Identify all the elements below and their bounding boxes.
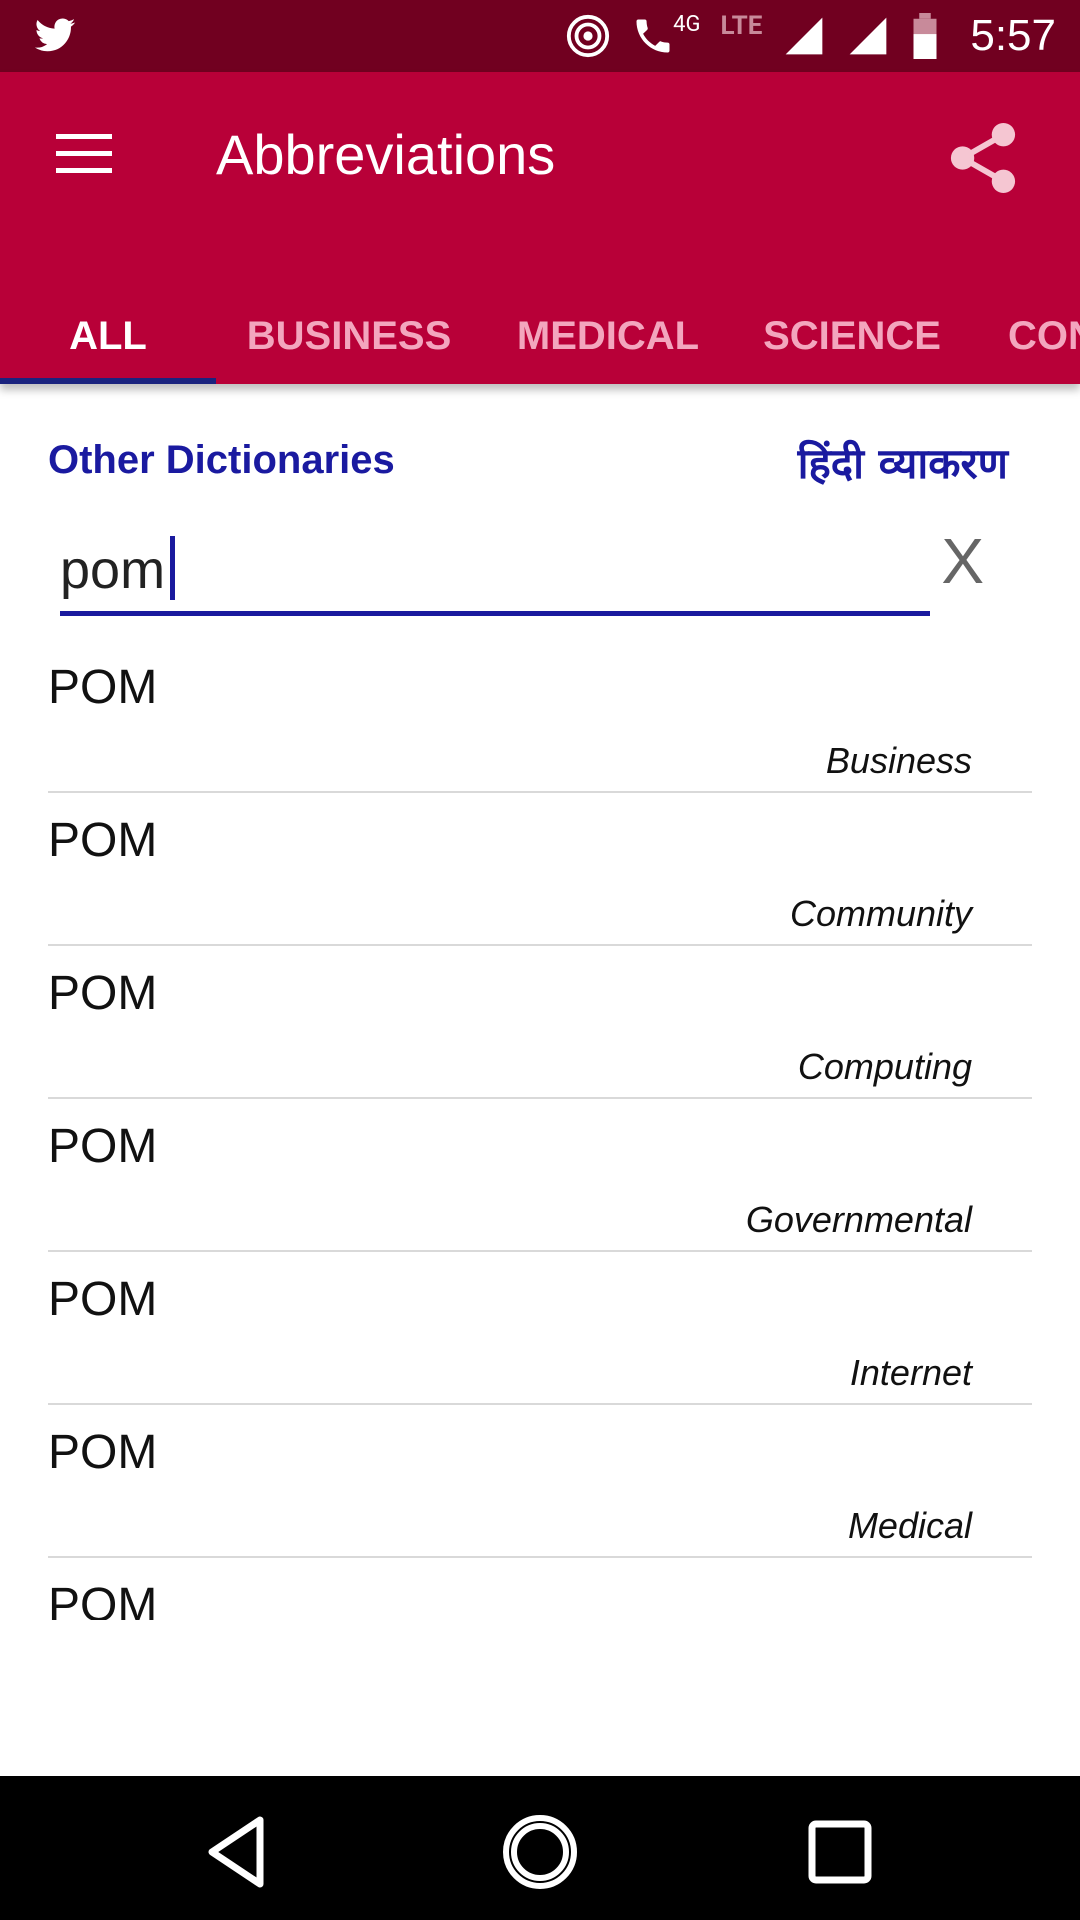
hindi-grammar-link[interactable]: हिंदी व्याकरण xyxy=(798,434,1008,491)
tab-business[interactable]: BUSINESS xyxy=(236,288,462,384)
home-icon[interactable] xyxy=(500,1812,580,1892)
tab-science[interactable]: SCIENCE xyxy=(752,288,952,384)
clear-search-button[interactable]: X xyxy=(941,524,984,598)
hamburger-icon[interactable] xyxy=(56,134,112,174)
other-dictionaries-link[interactable]: Other Dictionaries xyxy=(48,438,395,483)
result-abbreviation: POM xyxy=(48,1273,158,1326)
list-item[interactable]: POM Governmental xyxy=(48,1099,1032,1252)
battery-icon xyxy=(910,13,940,59)
result-abbreviation: POM xyxy=(48,1579,158,1620)
result-abbreviation: POM xyxy=(48,1426,158,1479)
tab-medical[interactable]: MEDICAL xyxy=(508,288,708,384)
result-abbreviation: POM xyxy=(48,814,158,867)
category-tabs: ALL BUSINESS MEDICAL SCIENCE CON xyxy=(0,288,1080,384)
list-item[interactable]: POM Medical xyxy=(48,1405,1032,1558)
list-item[interactable]: POM Community xyxy=(48,793,1032,946)
result-abbreviation: POM xyxy=(48,661,158,714)
result-category: Community xyxy=(789,893,972,934)
list-item[interactable]: POM Internet xyxy=(48,1252,1032,1405)
lte-label: LTE xyxy=(720,11,763,41)
text-cursor xyxy=(170,536,175,600)
results-list: POM Business POM Community POM Computing… xyxy=(48,640,1032,1620)
tab-all[interactable]: ALL xyxy=(0,288,216,384)
links-row: Other Dictionaries हिंदी व्याकरण xyxy=(48,438,1008,498)
hotspot-icon xyxy=(565,13,611,59)
recents-icon[interactable] xyxy=(800,1812,880,1892)
signal-icon xyxy=(846,14,890,58)
result-abbreviation: POM xyxy=(48,967,158,1020)
status-bar: 4G LTE 5:57 xyxy=(0,0,1080,72)
signal-icon xyxy=(782,14,826,58)
list-item[interactable]: POM Business xyxy=(48,640,1032,793)
result-category: Computing xyxy=(797,1046,972,1087)
result-category: Business xyxy=(825,740,972,781)
tab-computing[interactable]: CON xyxy=(1008,288,1080,384)
network-type-label: 4G xyxy=(673,11,701,37)
page-title: Abbreviations xyxy=(216,123,556,186)
result-category: Internet xyxy=(849,1352,972,1393)
list-item[interactable]: POM xyxy=(48,1558,1032,1620)
tab-indicator xyxy=(0,378,216,384)
share-icon[interactable] xyxy=(948,120,1018,196)
status-time: 5:57 xyxy=(970,11,1056,60)
result-abbreviation: POM xyxy=(48,1120,158,1173)
result-category: Governmental xyxy=(745,1199,972,1240)
back-icon[interactable] xyxy=(200,1812,280,1892)
twitter-icon xyxy=(34,18,76,52)
list-item[interactable]: POM Computing xyxy=(48,946,1032,1099)
app-bar: Abbreviations ALL BUSINESS MEDICAL SCIEN… xyxy=(0,72,1080,384)
wifi-call-icon xyxy=(631,14,675,58)
search-field xyxy=(60,530,930,616)
result-category: Medical xyxy=(847,1505,972,1546)
navigation-bar xyxy=(0,1776,1080,1920)
search-input[interactable] xyxy=(60,530,930,610)
